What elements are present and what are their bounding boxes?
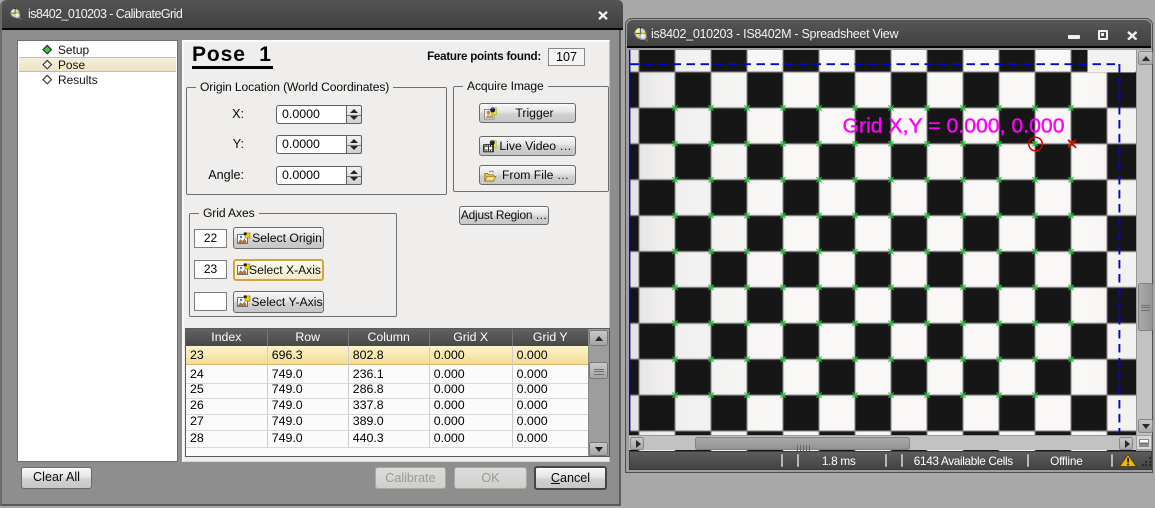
svg-text:Grid X,Y = 0.000, 0.000: Grid X,Y = 0.000, 0.000 bbox=[842, 115, 1064, 138]
